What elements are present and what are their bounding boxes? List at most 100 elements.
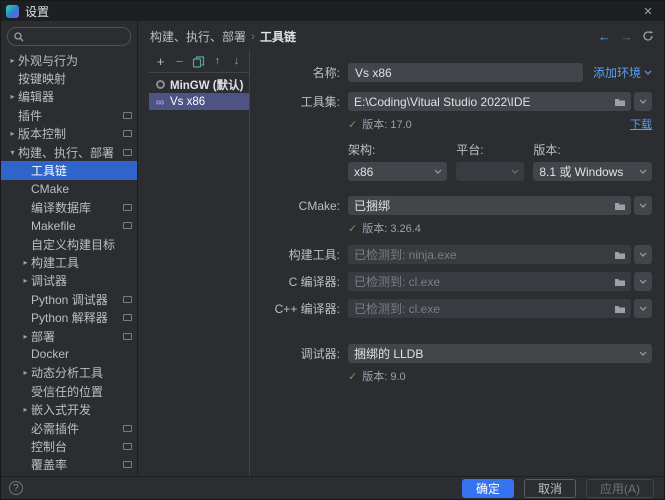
sidebar-item[interactable]: 编译数据库 bbox=[1, 198, 137, 216]
sidebar-item[interactable]: Python 调试器 bbox=[1, 290, 137, 308]
sidebar-item-label: 版本控制 bbox=[18, 127, 67, 142]
sidebar-item[interactable]: ▸ 动态分析工具 bbox=[1, 364, 137, 382]
sidebar-item-label: 工具链 bbox=[31, 164, 68, 179]
sidebar-item-label: 必需插件 bbox=[31, 421, 80, 436]
chevron-down-icon bbox=[434, 169, 442, 174]
settings-main: 构建、执行、部署 › 工具链 ← → + − ↑ ↓ MinGW (默认) ∞ … bbox=[138, 21, 664, 476]
cancel-button[interactable]: 取消 bbox=[523, 478, 576, 498]
c-compiler-field[interactable]: 已检测到: cl.exe bbox=[348, 272, 631, 291]
tree-chevron-icon: ▸ bbox=[23, 331, 28, 341]
sidebar-item[interactable]: 工具链 bbox=[1, 161, 137, 180]
sidebar-item[interactable]: 自定义构建目标 bbox=[1, 235, 137, 253]
sidebar-item[interactable]: 必需插件 bbox=[1, 419, 137, 437]
c-compiler-expand-button[interactable] bbox=[634, 272, 652, 291]
architecture-label: 架构: bbox=[348, 143, 376, 157]
move-up-button[interactable]: ↑ bbox=[211, 56, 224, 67]
tree-chevron-icon: ▸ bbox=[10, 55, 15, 65]
toolchain-item-vs[interactable]: ∞ Vs x86 bbox=[149, 93, 249, 110]
forward-arrow-icon[interactable]: → bbox=[620, 30, 633, 43]
sidebar-item[interactable]: Makefile bbox=[1, 217, 137, 235]
add-environment-link[interactable]: 添加环境 bbox=[593, 64, 652, 81]
sidebar-item[interactable]: Python 解释器 bbox=[1, 308, 137, 326]
sidebar-item[interactable]: 控制台 bbox=[1, 437, 137, 455]
cmake-value: 已捆绑 bbox=[354, 199, 391, 213]
name-label: 名称: bbox=[312, 66, 340, 80]
sidebar-item[interactable]: ▸ 编辑器 bbox=[1, 88, 137, 106]
architecture-select[interactable]: x86 bbox=[348, 162, 448, 181]
tree-chevron-icon: ▸ bbox=[10, 92, 15, 102]
folder-icon[interactable] bbox=[614, 97, 626, 107]
sidebar-item[interactable]: ▸ 外观与行为 bbox=[1, 51, 137, 69]
sidebar-item-label: 部署 bbox=[31, 329, 56, 344]
sidebar-item[interactable]: 插件 bbox=[1, 106, 137, 124]
ok-button[interactable]: 确定 bbox=[461, 478, 514, 498]
folder-icon[interactable] bbox=[614, 277, 626, 287]
check-icon: ✓ bbox=[348, 118, 358, 131]
search-input[interactable] bbox=[28, 30, 124, 43]
platform-select[interactable] bbox=[456, 162, 525, 181]
sidebar-item-label: Docker bbox=[31, 347, 70, 362]
remove-toolchain-button[interactable]: − bbox=[173, 55, 186, 68]
check-icon: ✓ bbox=[348, 222, 358, 235]
cmake-expand-button[interactable] bbox=[634, 196, 652, 215]
back-arrow-icon[interactable]: ← bbox=[598, 30, 611, 43]
sidebar-item-label: 按键映射 bbox=[18, 72, 67, 87]
tree-chevron-icon: ▸ bbox=[23, 257, 28, 267]
add-toolchain-button[interactable]: + bbox=[154, 55, 167, 68]
toolset-label: 工具集: bbox=[300, 95, 340, 109]
sidebar-item[interactable]: 受信任的位置 bbox=[1, 382, 137, 400]
toolset-expand-button[interactable] bbox=[634, 92, 652, 111]
ide-setting-icon bbox=[123, 424, 132, 432]
debugger-value: 捆绑的 LLDB bbox=[354, 347, 424, 361]
windows-version-select[interactable]: 8.1 或 Windows bbox=[533, 162, 652, 181]
sidebar-item[interactable]: 覆盖率 bbox=[1, 456, 137, 474]
chevron-down-icon bbox=[639, 252, 647, 257]
settings-search[interactable] bbox=[7, 27, 131, 46]
download-link[interactable]: 下载 bbox=[630, 116, 652, 132]
sidebar-item[interactable]: ▸ 调试器 bbox=[1, 272, 137, 290]
debugger-select[interactable]: 捆绑的 LLDB bbox=[348, 344, 652, 363]
build-tool-label: 构建工具: bbox=[288, 248, 340, 262]
sidebar-item-label: Python 调试器 bbox=[31, 292, 108, 307]
c-compiler-label: C 编译器: bbox=[288, 275, 340, 289]
breadcrumb-parent[interactable]: 构建、执行、部署 bbox=[150, 28, 246, 45]
build-tool-expand-button[interactable] bbox=[634, 245, 652, 264]
sidebar-item[interactable]: ▸ 构建工具 bbox=[1, 253, 137, 271]
add-environment-label: 添加环境 bbox=[592, 66, 641, 80]
cmake-field[interactable]: 已捆绑 bbox=[348, 196, 631, 215]
sidebar-item[interactable]: 按键映射 bbox=[1, 69, 137, 87]
c-compiler-value: 已检测到: cl.exe bbox=[354, 275, 441, 289]
sidebar-item[interactable]: CMake bbox=[1, 180, 137, 198]
sidebar-item[interactable]: ▾ 构建、执行、部署 bbox=[1, 143, 137, 161]
cpp-compiler-expand-button[interactable] bbox=[634, 299, 652, 318]
sidebar-item[interactable]: ▸ 部署 bbox=[1, 327, 137, 345]
sidebar-item-label: Makefile bbox=[31, 218, 76, 233]
toolchain-item-mingw[interactable]: MinGW (默认) bbox=[149, 76, 249, 93]
copy-toolchain-button[interactable] bbox=[192, 55, 205, 68]
window-title: 设置 bbox=[25, 4, 50, 19]
name-input[interactable] bbox=[348, 63, 583, 82]
move-down-button[interactable]: ↓ bbox=[230, 56, 243, 67]
sidebar-item-label: CMake bbox=[31, 181, 70, 196]
breadcrumb: 构建、执行、部署 › 工具链 ← → bbox=[138, 21, 664, 51]
close-icon[interactable]: × bbox=[640, 4, 656, 19]
apply-button[interactable]: 应用(A) bbox=[586, 478, 654, 498]
folder-icon[interactable] bbox=[614, 250, 626, 260]
sidebar-item[interactable]: ▸ 版本控制 bbox=[1, 125, 137, 143]
build-tool-field[interactable]: 已检测到: ninja.exe bbox=[348, 245, 631, 264]
tree-chevron-icon: ▸ bbox=[23, 405, 28, 415]
sidebar-item[interactable]: ▸ 嵌入式开发 bbox=[1, 400, 137, 418]
ide-setting-icon bbox=[123, 442, 132, 450]
page-title: 工具链 bbox=[260, 29, 297, 44]
reset-settings-icon[interactable] bbox=[642, 30, 654, 42]
platform-label: 平台: bbox=[456, 143, 484, 157]
ide-setting-icon bbox=[123, 222, 132, 230]
windows-version-value: 8.1 或 Windows bbox=[539, 165, 624, 179]
chevron-down-icon bbox=[644, 70, 652, 75]
toolset-field[interactable]: E:\Coding\Vitual Studio 2022\IDE bbox=[348, 92, 631, 111]
folder-icon[interactable] bbox=[614, 201, 626, 211]
help-icon[interactable]: ? bbox=[9, 481, 23, 495]
folder-icon[interactable] bbox=[614, 304, 626, 314]
cpp-compiler-field[interactable]: 已检测到: cl.exe bbox=[348, 299, 631, 318]
sidebar-item[interactable]: Docker bbox=[1, 345, 137, 363]
